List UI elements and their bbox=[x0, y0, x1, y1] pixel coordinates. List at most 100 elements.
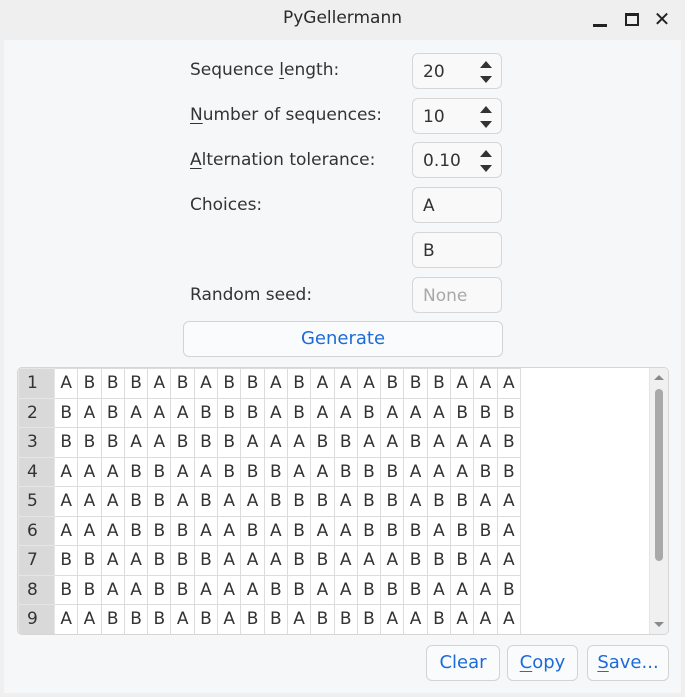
table-cell[interactable]: B bbox=[496, 456, 521, 487]
table-cell[interactable]: A bbox=[123, 397, 149, 428]
table-cell[interactable]: A bbox=[217, 486, 242, 517]
table-cell[interactable]: A bbox=[450, 427, 475, 458]
scroll-down-arrow-icon[interactable] bbox=[654, 622, 664, 627]
table-cell[interactable]: A bbox=[240, 486, 265, 517]
spin-down-icon[interactable] bbox=[480, 76, 492, 83]
table-cell[interactable]: B bbox=[403, 368, 428, 399]
table-cell[interactable]: B bbox=[193, 604, 219, 634]
table-cell[interactable]: B bbox=[193, 486, 219, 517]
table-cell[interactable]: A bbox=[426, 515, 452, 546]
table-cell[interactable]: B bbox=[170, 545, 195, 576]
table-cell[interactable]: A bbox=[380, 604, 405, 634]
table-cell[interactable]: A bbox=[147, 368, 172, 399]
table-cell[interactable]: B bbox=[450, 515, 475, 546]
table-cell[interactable]: B bbox=[496, 427, 521, 458]
table-cell[interactable]: A bbox=[263, 515, 288, 546]
table-cell[interactable]: B bbox=[496, 397, 521, 428]
table-cell[interactable]: B bbox=[77, 545, 102, 576]
table-cell[interactable]: A bbox=[53, 515, 79, 546]
table-cell[interactable]: A bbox=[123, 545, 149, 576]
table-cell[interactable]: B bbox=[263, 604, 288, 634]
table-cell[interactable]: B bbox=[217, 427, 242, 458]
table-cell[interactable]: A bbox=[333, 368, 358, 399]
table-cell[interactable]: B bbox=[426, 368, 452, 399]
table-cell[interactable]: A bbox=[426, 456, 452, 487]
sequence-table[interactable]: 1ABBBABABBABAAABBBAAA2BABAAABBBABAABAAAB… bbox=[17, 367, 669, 635]
table-cell[interactable]: B bbox=[147, 604, 172, 634]
table-cell[interactable]: B bbox=[77, 427, 102, 458]
table-cell[interactable]: B bbox=[147, 574, 172, 605]
table-cell[interactable]: B bbox=[100, 604, 125, 634]
table-cell[interactable]: B bbox=[53, 397, 79, 428]
table-cell[interactable]: A bbox=[286, 604, 312, 634]
table-cell[interactable]: B bbox=[473, 456, 498, 487]
spin-buttons[interactable] bbox=[480, 150, 492, 172]
table-cell[interactable]: A bbox=[310, 574, 335, 605]
table-cell[interactable]: B bbox=[356, 456, 382, 487]
table-cell[interactable]: B bbox=[123, 368, 149, 399]
alternation-tolerance-value[interactable]: 0.10 bbox=[423, 151, 461, 171]
vertical-scrollbar[interactable] bbox=[649, 368, 668, 634]
table-cell[interactable]: B bbox=[403, 427, 428, 458]
spin-up-icon[interactable] bbox=[480, 61, 492, 68]
table-cell[interactable]: A bbox=[403, 397, 428, 428]
table-cell[interactable]: A bbox=[53, 456, 79, 487]
spin-buttons[interactable] bbox=[480, 106, 492, 128]
table-cell[interactable]: B bbox=[193, 545, 219, 576]
table-cell[interactable]: B bbox=[426, 545, 452, 576]
maximize-button[interactable] bbox=[621, 8, 643, 30]
table-cell[interactable]: A bbox=[53, 368, 79, 399]
table-cell[interactable]: B bbox=[356, 574, 382, 605]
table-cell[interactable]: B bbox=[263, 486, 288, 517]
table-cell[interactable]: B bbox=[310, 545, 335, 576]
table-cell[interactable]: A bbox=[100, 456, 125, 487]
table-cell[interactable]: B bbox=[380, 368, 405, 399]
sequence-length-spinbox[interactable]: 20 bbox=[412, 53, 502, 89]
choice-a-input[interactable]: A bbox=[412, 187, 502, 223]
table-cell[interactable]: A bbox=[496, 515, 521, 546]
number-of-sequences-spinbox[interactable]: 10 bbox=[412, 98, 502, 134]
table-cell[interactable]: A bbox=[240, 545, 265, 576]
table-cell[interactable]: A bbox=[193, 574, 219, 605]
table-cell[interactable]: A bbox=[496, 545, 521, 576]
table-cell[interactable]: B bbox=[100, 427, 125, 458]
table-cell[interactable]: A bbox=[77, 515, 102, 546]
generate-button[interactable]: Generate bbox=[183, 321, 503, 357]
table-cell[interactable]: A bbox=[240, 427, 265, 458]
table-cell[interactable]: B bbox=[380, 456, 405, 487]
table-cell[interactable]: A bbox=[77, 486, 102, 517]
table-cell[interactable]: B bbox=[217, 397, 242, 428]
table-cell[interactable]: B bbox=[170, 515, 195, 546]
table-cell[interactable]: B bbox=[240, 515, 265, 546]
table-cell[interactable]: B bbox=[356, 604, 382, 634]
table-cell[interactable]: B bbox=[240, 368, 265, 399]
save-button[interactable]: Save... bbox=[587, 645, 669, 681]
table-cell[interactable]: B bbox=[403, 545, 428, 576]
table-cell[interactable]: B bbox=[193, 427, 219, 458]
row-header[interactable]: 8 bbox=[18, 574, 55, 605]
table-cell[interactable]: B bbox=[403, 515, 428, 546]
row-header[interactable]: 4 bbox=[18, 456, 55, 487]
table-cell[interactable]: A bbox=[450, 368, 475, 399]
table-cell[interactable]: A bbox=[310, 397, 335, 428]
table-cell[interactable]: A bbox=[380, 427, 405, 458]
table-cell[interactable]: B bbox=[53, 574, 79, 605]
table-cell[interactable]: A bbox=[356, 545, 382, 576]
table-cell[interactable]: B bbox=[403, 574, 428, 605]
table-cell[interactable]: B bbox=[147, 486, 172, 517]
table-cell[interactable]: A bbox=[147, 397, 172, 428]
table-cell[interactable]: A bbox=[170, 486, 195, 517]
table-cell[interactable]: A bbox=[356, 427, 382, 458]
table-cell[interactable]: B bbox=[310, 604, 335, 634]
spin-down-icon[interactable] bbox=[480, 121, 492, 128]
spin-up-icon[interactable] bbox=[480, 106, 492, 113]
table-cell[interactable]: A bbox=[473, 368, 498, 399]
table-cell[interactable]: A bbox=[100, 545, 125, 576]
table-cell[interactable]: A bbox=[170, 456, 195, 487]
table-cell[interactable]: A bbox=[333, 397, 358, 428]
row-header[interactable]: 3 bbox=[18, 427, 55, 458]
table-cell[interactable]: A bbox=[53, 604, 79, 634]
table-cell[interactable]: A bbox=[426, 574, 452, 605]
number-of-sequences-value[interactable]: 10 bbox=[423, 107, 445, 127]
table-cell[interactable]: B bbox=[450, 397, 475, 428]
